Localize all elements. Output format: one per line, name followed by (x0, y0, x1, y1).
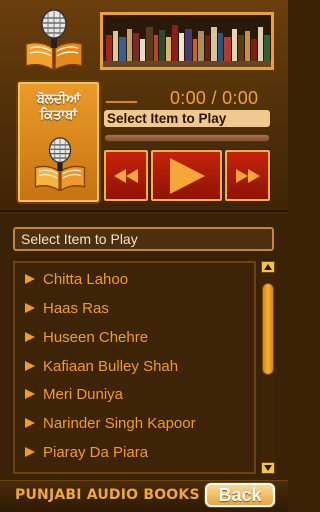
scroll-down-button[interactable] (261, 462, 275, 474)
selected-item-field[interactable]: Select Item to Play (13, 227, 274, 251)
play-arrow-icon (25, 303, 35, 313)
app-root: ਬੋਲਦੀਆਂ ਕਿਤਾਬਾਂ 0:00 / 0:00 Select Item … (0, 0, 288, 512)
rewind-button[interactable] (104, 150, 148, 201)
play-arrow-icon (25, 274, 35, 284)
list-item-label: Piaray Da Piara (43, 443, 149, 461)
brand-title-line2: ਕਿਤਾਬਾਂ (40, 108, 77, 123)
play-arrow-icon (25, 332, 35, 342)
list-item-label: Huseen Chehre (43, 328, 149, 346)
scroll-thumb[interactable] (262, 283, 274, 375)
play-button[interactable] (151, 150, 222, 201)
list-item-label: Chitta Lahoo (43, 270, 129, 288)
scroll-up-button[interactable] (261, 261, 275, 273)
list-item-label: Narinder Singh Kapoor (43, 414, 196, 432)
seek-bar[interactable] (104, 134, 270, 142)
microphone-book-icon (25, 10, 83, 72)
play-icon (169, 157, 205, 194)
bookshelf-image (100, 12, 274, 70)
list-item-label: Haas Ras (43, 299, 109, 317)
microphone-book-icon (34, 137, 86, 192)
playlist[interactable]: Chitta Lahoo Haas Ras Huseen Chehre Kafi… (13, 261, 256, 474)
list-item[interactable]: Kafiaan Bulley Shah (15, 352, 254, 380)
time-separator-line (106, 101, 137, 103)
playlist-panel: Select Item to Play Chitta Lahoo Haas Ra… (0, 214, 288, 480)
play-arrow-icon (25, 418, 35, 428)
chevron-down-icon (264, 465, 272, 471)
list-item-label: Meri Duniya (43, 385, 124, 403)
list-item-label: Kafiaan Bulley Shah (43, 357, 179, 375)
fast-forward-icon (235, 168, 260, 183)
list-item[interactable]: Haas Ras (15, 294, 254, 322)
brand-title: ਬੋਲਦੀਆਂ ਕਿਤਾਬਾਂ (20, 92, 97, 124)
list-item[interactable]: Huseen Chehre (15, 323, 254, 351)
list-item[interactable]: Chitta Lahoo (15, 265, 254, 293)
back-button[interactable]: Back (205, 483, 275, 507)
play-arrow-icon (25, 447, 35, 457)
rewind-icon (114, 168, 138, 183)
player-panel: ਬੋਲਦੀਆਂ ਕਿਤਾਬਾਂ 0:00 / 0:00 Select Item … (0, 0, 288, 212)
fast-forward-button[interactable] (225, 150, 270, 201)
now-playing-title: Select Item to Play (104, 110, 270, 127)
time-readout: 0:00 / 0:00 (170, 88, 259, 108)
app-brand-badge: ਬੋਲਦੀਆਂ ਕਿਤਾਬਾਂ (18, 82, 99, 202)
brand-title-line1: ਬੋਲਦੀਆਂ (36, 92, 81, 107)
list-item[interactable]: Narinder Singh Kapoor (15, 409, 254, 437)
list-item[interactable]: Meri Duniya (15, 380, 254, 408)
play-arrow-icon (25, 361, 35, 371)
chevron-up-icon (264, 264, 272, 270)
footer-title: PUNJABI AUDIO BOOKS (15, 487, 200, 503)
list-item[interactable]: Piaray Da Piara (15, 438, 254, 466)
playlist-scrollbar[interactable] (261, 261, 275, 474)
play-arrow-icon (25, 389, 35, 399)
footer-bar: PUNJABI AUDIO BOOKS Back (0, 480, 288, 512)
